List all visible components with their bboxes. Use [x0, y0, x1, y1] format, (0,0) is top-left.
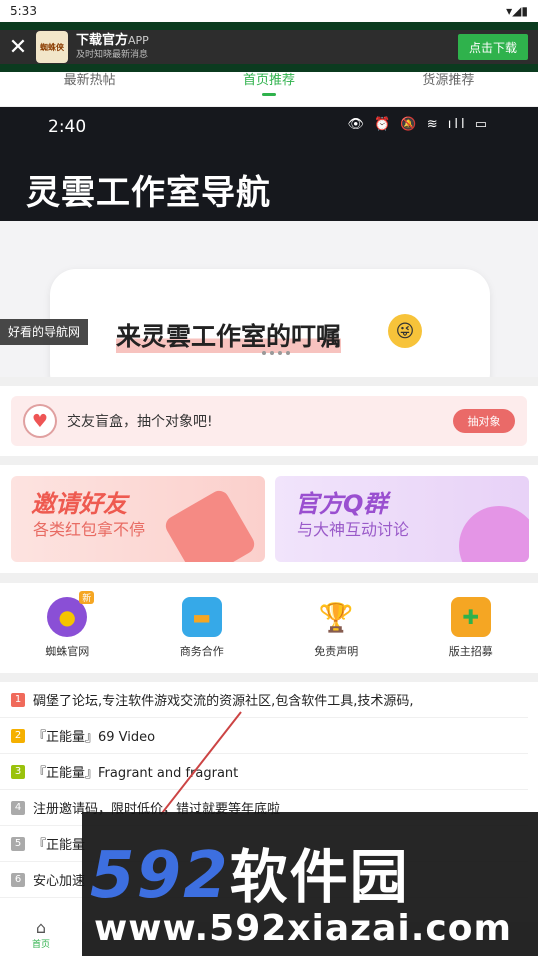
promo-title: 官方Q群 — [295, 490, 388, 518]
list-item[interactable]: 2 『正能量』69 Video — [0, 718, 528, 754]
app-logo: 蜘蛛侠 — [36, 31, 68, 63]
new-badge: 新 — [79, 591, 95, 604]
watermark-brand-text: 软件园 — [229, 843, 410, 911]
promo-title: 邀请好友 — [31, 490, 127, 518]
status-time: 5:33 — [10, 4, 37, 18]
quick-link-moderator[interactable]: ✚ 版主招募 — [404, 583, 538, 673]
rank-badge: 6 — [11, 872, 25, 887]
quick-link-label: 商务合作 — [179, 645, 224, 658]
list-item-text: 『正能量』Fragrant and fragrant — [33, 766, 239, 781]
hero-carousel[interactable]: 2:40 👁 ⏰ 🔕 ≋ ıll ▭ 灵雲工作室导航 来灵雲工作室的叮嘱 😜 好… — [0, 107, 538, 377]
hero-caption: 好看的导航网 — [0, 319, 89, 345]
quick-link-business[interactable]: ▬ 商务合作 — [135, 583, 270, 673]
rank-badge: 1 — [11, 692, 25, 707]
home-icon: ⌂ — [35, 918, 47, 937]
tab-latest[interactable]: 最新热帖 — [0, 72, 179, 106]
watermark-brand: 592软件园 — [90, 839, 410, 913]
rank-badge: 3 — [11, 764, 25, 779]
hero-time: 2:40 — [48, 117, 87, 137]
app-download-banner: ✕ 蜘蛛侠 下载官方APP 及时知晓最新消息 点击下载 — [0, 22, 538, 72]
invite-friends-card[interactable]: 邀请好友 各类红包拿不停 — [11, 476, 265, 562]
toolbox-icon: ▬ — [181, 597, 222, 637]
ticket-icon — [162, 487, 258, 562]
list-item-text: 『正能量 — [33, 838, 86, 853]
match-button[interactable]: 抽对象 — [453, 409, 515, 433]
home-label: 首页 — [31, 940, 50, 950]
match-bar[interactable]: ♥ 交友盲盒，抽个对象吧! 抽对象 — [11, 396, 527, 446]
banner-title: 下载官方APP — [76, 33, 149, 48]
hero-status-icons: 👁 ⏰ 🔕 ≋ ıll ▭ — [347, 117, 490, 132]
quick-link-disclaimer[interactable]: 🏆 免责声明 — [269, 583, 404, 673]
banner-subtitle: 及时知晓最新消息 — [76, 50, 149, 60]
promo-subtitle: 与大神互动讨论 — [297, 520, 410, 539]
rank-badge: 4 — [11, 800, 25, 815]
list-item[interactable]: 1 碉堡了论坛,专注软件游戏交流的资源社区,包含软件工具,技术源码, — [0, 682, 528, 718]
status-bar: 5:33 ▾◢▮ — [0, 0, 538, 22]
match-text: 交友盲盒，抽个对象吧! — [67, 414, 213, 430]
match-section: ♥ 交友盲盒，抽个对象吧! 抽对象 — [0, 386, 538, 456]
banner-title-suffix: APP — [128, 34, 149, 47]
planet-icon — [459, 506, 529, 562]
trophy-icon: 🏆 — [316, 597, 357, 637]
hero-image-top: 2:40 👁 ⏰ 🔕 ≋ ıll ▭ 灵雲工作室导航 — [0, 107, 538, 221]
carousel-dots — [262, 351, 290, 355]
tab-home-recommend[interactable]: 首页推荐 — [179, 72, 358, 106]
promo-subtitle: 各类红包拿不停 — [33, 520, 146, 539]
gamepad-icon: ✚ — [450, 597, 491, 637]
rank-badge: 5 — [11, 836, 25, 851]
list-item-text: 碉堡了论坛,专注软件游戏交流的资源社区,包含软件工具,技术源码, — [33, 694, 414, 709]
heart-icon: ♥ — [25, 406, 55, 436]
close-icon[interactable]: ✕ — [0, 30, 36, 64]
list-item-text: 安心加速 — [33, 874, 86, 889]
status-icons: ▾◢▮ — [506, 4, 528, 18]
quick-link-label: 免责声明 — [314, 645, 359, 658]
official-group-card[interactable]: 官方Q群 与大神互动讨论 — [275, 476, 529, 562]
tab-bar: 最新热帖 首页推荐 货源推荐 — [0, 72, 538, 106]
emoji-icon: 😜 — [388, 314, 422, 348]
promo-section: 邀请好友 各类红包拿不停 官方Q群 与大神互动讨论 — [0, 465, 538, 573]
watermark: 592软件园 www.592xiazai.com — [82, 812, 538, 956]
download-button[interactable]: 点击下载 — [458, 34, 528, 60]
rank-badge: 2 — [11, 728, 25, 743]
tab-goods[interactable]: 货源推荐 — [359, 72, 538, 106]
watermark-url: www.592xiazai.com — [94, 908, 512, 949]
quick-links: 新 ● 蜘蛛官网 ▬ 商务合作 🏆 免责声明 ✚ 版主招募 — [0, 583, 538, 673]
hero-card-text: 来灵雲工作室的叮嘱 — [116, 317, 342, 353]
hero-heading: 灵雲工作室导航 — [26, 173, 271, 213]
bottom-nav-home[interactable]: ⌂ 首页 — [0, 912, 82, 956]
quick-link-label: 蜘蛛官网 — [45, 645, 90, 658]
list-item-text: 『正能量』69 Video — [33, 730, 156, 745]
quick-link-official-site[interactable]: 新 ● 蜘蛛官网 — [0, 583, 135, 673]
quick-link-label: 版主招募 — [448, 645, 493, 658]
list-item[interactable]: 3 『正能量』Fragrant and fragrant — [0, 754, 528, 790]
